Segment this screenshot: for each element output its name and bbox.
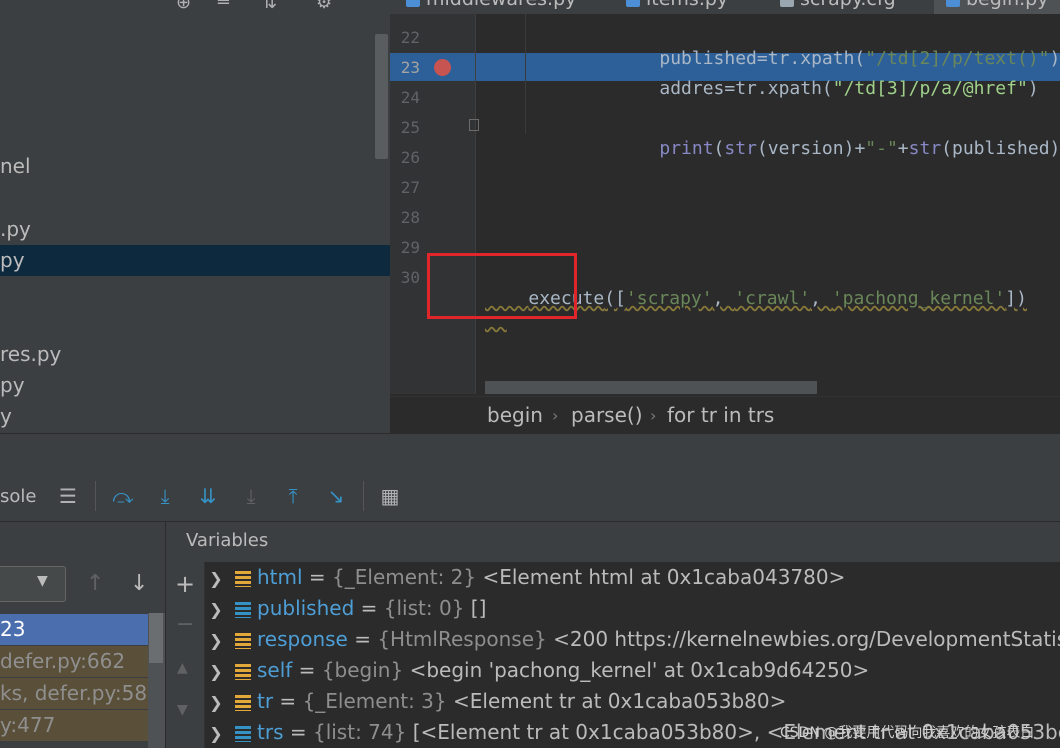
line-number: 29 [400, 238, 420, 257]
evaluate-expression-icon[interactable]: ▦ [377, 483, 403, 509]
python-file-icon [946, 0, 960, 7]
line-number: 27 [400, 178, 420, 197]
line-number: 23 [400, 58, 420, 77]
gutter-divider [475, 14, 476, 394]
tree-selection-highlight [0, 245, 390, 276]
globe-icon[interactable]: ⊕ [176, 0, 191, 13]
chevron-right-icon[interactable]: ❯ [205, 594, 227, 625]
tab-items[interactable]: items.py [626, 0, 728, 10]
tree-item-selected[interactable]: py [0, 245, 25, 275]
editor-horizontal-scrollbar[interactable] [485, 381, 817, 394]
variable-row[interactable]: ❯ response = {HtmlResponse} <200 https://… [205, 624, 1060, 655]
list-icon [235, 601, 251, 618]
line-number: 30 [400, 268, 420, 287]
chevron-right-icon[interactable]: ❯ [205, 625, 227, 656]
python-file-icon [406, 0, 420, 7]
indent-guide [525, 14, 526, 134]
list-icon [235, 725, 251, 742]
annotation-highlight-box [427, 253, 577, 319]
breadcrumb: begin › parse() › for tr in trs [390, 396, 1060, 434]
console-tab[interactable]: sole [0, 486, 36, 507]
add-watch-icon[interactable]: + [175, 570, 195, 598]
step-into-icon[interactable]: ⤓ [152, 483, 178, 509]
python-file-icon [626, 0, 640, 7]
line-number: 25 [400, 118, 420, 137]
frames-scrollbar-thumb[interactable] [149, 613, 163, 663]
tab-begin[interactable]: begin.py [946, 0, 1048, 10]
object-icon [235, 632, 251, 649]
project-tree-panel: ⊕ ═ ⇅ ⚙ nel .py py res.py py y [0, 0, 390, 433]
tree-item[interactable]: y [0, 401, 12, 431]
variable-row[interactable]: ❯ tr = {_Element: 3} <Element tr at 0x1ca… [205, 686, 786, 717]
chevron-down-icon: ▼ [37, 573, 48, 589]
object-icon [235, 570, 251, 587]
tree-item[interactable]: py [0, 370, 25, 400]
step-over-icon[interactable]: ⤼ [110, 483, 136, 509]
frame-item[interactable]: defer.py:662 [0, 646, 148, 677]
breadcrumb-item[interactable]: begin [487, 403, 543, 427]
tree-item[interactable]: .py [0, 214, 31, 244]
debug-toolbar: sole ☰ ⤼ ⤓ ⇊ ⤓ ⤒ ↘ ▦ [0, 473, 1060, 522]
sort-icon[interactable]: ⇅ [262, 0, 277, 13]
tab-middlewares[interactable]: middlewares.py [406, 0, 576, 10]
remove-watch-icon[interactable]: − [176, 612, 194, 637]
tree-item[interactable]: nel [0, 151, 31, 181]
step-out-icon[interactable]: ⤒ [280, 483, 306, 509]
breadcrumb-item[interactable]: parse() [571, 403, 643, 427]
code-editor[interactable]: middlewares.py items.py scrapy.cfg begin… [390, 0, 1060, 433]
variables-side-toolbar: + − ▲ ▼ [166, 562, 205, 748]
chevron-right-icon[interactable]: ❯ [205, 718, 227, 748]
fold-icon[interactable] [469, 119, 479, 131]
watermark: CSDN @我要用代码向我喜欢的女孩表白 [780, 725, 1035, 741]
toolbar-separator [95, 481, 96, 511]
object-icon [235, 694, 251, 711]
chevron-right-icon[interactable]: ❯ [205, 563, 227, 594]
breakpoint-icon[interactable] [434, 59, 451, 76]
config-file-icon [780, 0, 794, 7]
code-line-23: addres=tr.xpath("/td[3]/p/a/@href") [659, 78, 1039, 99]
variable-row[interactable]: ❯ published = {list: 0} [] [205, 593, 486, 624]
code-line-25: print(str(version)+"-"+str(published)+"-… [659, 138, 1060, 159]
frame-item[interactable]: y:477 [0, 710, 148, 741]
collapse-icon[interactable]: ═ [218, 0, 229, 13]
step-into-my-code-icon[interactable]: ⇊ [195, 483, 221, 509]
thread-select[interactable]: ▼ [0, 566, 66, 602]
variables-title: Variables [186, 530, 269, 551]
force-step-into-icon[interactable]: ⤓ [238, 483, 264, 509]
line-number: 24 [400, 88, 420, 107]
chevron-right-icon[interactable]: ❯ [205, 687, 227, 718]
line-number: 22 [400, 28, 420, 47]
editor-tabs: middlewares.py items.py scrapy.cfg begin… [390, 0, 1060, 14]
gear-icon[interactable]: ⚙ [316, 0, 332, 13]
variable-row[interactable]: ❯ html = {_Element: 2} <Element html at 0… [205, 562, 845, 593]
arrow-down-icon[interactable]: ↓ [130, 571, 148, 596]
run-to-cursor-icon[interactable]: ↘ [323, 483, 349, 509]
chevron-right-icon: › [650, 406, 657, 425]
breadcrumb-item[interactable]: for tr in trs [667, 403, 774, 427]
object-icon [235, 663, 251, 680]
variables-tree: ❯ html = {_Element: 2} <Element html at 0… [205, 562, 1060, 748]
chevron-right-icon[interactable]: ❯ [205, 656, 227, 687]
menu-icon[interactable]: ☰ [55, 483, 81, 509]
tool-window-divider [0, 433, 1060, 474]
arrow-up-icon[interactable]: ↑ [86, 571, 104, 596]
variable-row[interactable]: ❯ self = {begin} <begin 'pachong_kernel' … [205, 655, 869, 686]
chevron-right-icon: › [552, 406, 559, 425]
toolbar-separator [363, 481, 364, 511]
line-number: 26 [400, 148, 420, 167]
project-scrollbar[interactable] [375, 34, 388, 159]
move-up-icon[interactable]: ▲ [177, 660, 188, 676]
tree-item[interactable]: res.py [0, 339, 61, 369]
tab-scrapy-cfg[interactable]: scrapy.cfg [780, 0, 896, 10]
frame-item[interactable]: ks, defer.py:580 [0, 678, 148, 709]
move-down-icon[interactable]: ▼ [177, 702, 188, 718]
variables-header: Variables [166, 522, 1060, 562]
frame-item-selected[interactable]: 23 [0, 614, 148, 645]
line-number: 28 [400, 208, 420, 227]
